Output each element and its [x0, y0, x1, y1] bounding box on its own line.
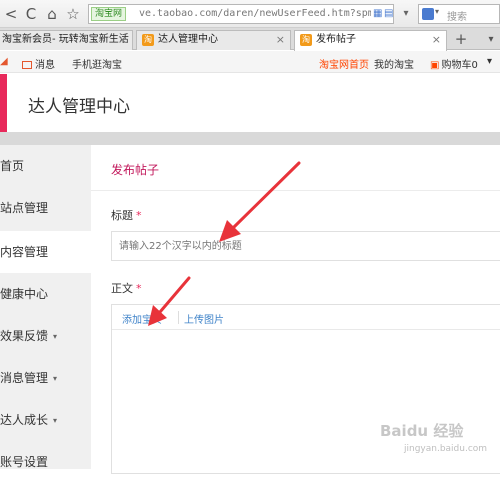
cart-icon: ▣ — [430, 60, 440, 71]
tab-label: 达人管理中心 — [158, 34, 218, 45]
divider — [91, 190, 500, 191]
search-input[interactable]: ▾ 搜索 — [418, 4, 500, 24]
new-tab-button[interactable]: + — [452, 31, 470, 49]
tab-publish-post[interactable]: 淘 发布帖子 × — [294, 30, 447, 51]
close-icon[interactable]: × — [118, 31, 127, 49]
watermark-url: jingyan.baidu.com — [404, 444, 488, 454]
tab-taobao-new-member[interactable]: 淘宝新会员- 玩转淘宝新生活 × — [0, 30, 133, 50]
more-menu-chevron-icon[interactable]: ▾ — [487, 56, 492, 67]
page-info-icon[interactable]: ▤ — [384, 8, 395, 20]
sidebar-item-account-settings[interactable]: 账号设置 — [0, 441, 91, 483]
chevron-down-icon[interactable]: ▾ — [435, 7, 439, 16]
taobao-favicon-icon: 淘 — [300, 34, 312, 46]
chevron-down-icon: ▾ — [53, 332, 58, 341]
taobao-logo-icon: ◢ — [0, 56, 8, 67]
tab-label: 淘宝新会员- 玩转淘宝新生活 — [2, 34, 129, 45]
bookmark-star-icon[interactable]: ☆ — [64, 5, 82, 23]
taobao-home-link[interactable]: 淘宝网首页 — [319, 56, 369, 71]
tab-daren-center[interactable]: 淘 达人管理中心 × — [136, 30, 291, 50]
title-label-text: 标题 — [111, 209, 133, 222]
sidebar-item-daren-growth[interactable]: 达人成长 ▾ — [0, 399, 91, 441]
taobao-favicon-icon: 淘 — [142, 34, 154, 46]
url-text[interactable]: ve.taobao.com/daren/newUserFeed.htm?spm=… — [139, 8, 371, 19]
mobile-taobao-link[interactable]: 手机逛淘宝 — [72, 56, 122, 71]
back-button[interactable]: < — [2, 5, 20, 23]
sidebar-item-label: 消息管理 — [0, 371, 49, 385]
search-placeholder: 搜索 — [447, 12, 467, 23]
sidebar-item-label: 效果反馈 — [0, 329, 49, 343]
sidebar-item-health-center[interactable]: 健康中心 — [0, 273, 91, 315]
section-title: 发布帖子 — [111, 163, 160, 177]
tab-strip: 淘宝新会员- 玩转淘宝新生活 × 淘 达人管理中心 × 淘 发布帖子 × + ▾ — [0, 28, 500, 51]
upload-image-button[interactable]: 上传图片 — [184, 311, 224, 326]
add-item-button[interactable]: 添加宝贝 — [122, 311, 162, 326]
baidu-watermark: Baidu 经验 — [380, 422, 464, 440]
required-mark: * — [136, 282, 142, 295]
sidebar-item-label: 健康中心 — [0, 287, 49, 301]
sidebar-item-label: 达人成长 — [0, 413, 49, 427]
chevron-down-icon: ▾ — [53, 374, 58, 383]
address-bar[interactable]: 淘宝网 ve.taobao.com/daren/newUserFeed.htm?… — [88, 4, 394, 24]
tab-list-button[interactable]: ▾ — [484, 31, 498, 49]
sidebar-item-performance-feedback[interactable]: 效果反馈 ▾ — [0, 315, 91, 357]
sidebar-item-label: 账号设置 — [0, 455, 49, 469]
my-taobao-link[interactable]: 我的淘宝 — [374, 56, 414, 71]
title-field-label: 标题 * — [111, 207, 142, 223]
reload-button[interactable]: C — [22, 5, 40, 23]
body-field-label: 正文 * — [111, 280, 142, 296]
browser-toolbar: < C ⌂ ☆ 淘宝网 ve.taobao.com/daren/newUserF… — [0, 0, 500, 28]
chevron-down-icon: ▾ — [53, 416, 58, 425]
messages-link[interactable]: 消息 — [22, 56, 55, 71]
title-input[interactable] — [111, 231, 500, 261]
page-title: 达人管理中心 — [28, 97, 130, 117]
page-header: 达人管理中心 — [0, 74, 500, 132]
sidebar-item-home[interactable]: 首页 — [0, 145, 91, 187]
sidebar-item-label: 首页 — [0, 159, 25, 173]
cart-link[interactable]: ▣ 购物车0 — [430, 56, 478, 71]
close-icon[interactable]: × — [432, 31, 441, 49]
home-button[interactable]: ⌂ — [43, 5, 61, 23]
secure-site-badge: 淘宝网 — [91, 7, 127, 21]
sidebar-item-label: 站点管理 — [0, 201, 49, 215]
body-label-text: 正文 — [111, 282, 133, 295]
header-divider — [0, 132, 500, 145]
required-mark: * — [136, 209, 142, 222]
sidebar-item-message-management[interactable]: 消息管理 ▾ — [0, 357, 91, 399]
address-dropdown-button[interactable]: ▾ — [398, 5, 414, 23]
header-accent-bar — [0, 74, 7, 132]
site-top-bar: ◢ 消息 手机逛淘宝 淘宝网首页 我的淘宝 ▣ 购物车0 ▾ — [0, 51, 500, 73]
mail-icon — [22, 61, 32, 69]
tab-label: 发布帖子 — [316, 34, 356, 45]
sidebar-nav: 首页 站点管理 内容管理 健康中心 效果反馈 ▾ 消息管理 ▾ 达人成长 ▾ 账号设置 — [0, 145, 91, 469]
toolbar-divider — [178, 311, 179, 324]
page-action-icon[interactable]: ▦ — [373, 8, 384, 20]
sidebar-item-site-management[interactable]: 站点管理 — [0, 187, 91, 229]
sidebar-item-content-management[interactable]: 内容管理 — [0, 231, 91, 273]
sidebar-item-label: 内容管理 — [0, 245, 49, 259]
search-engine-icon[interactable] — [422, 8, 434, 20]
close-icon[interactable]: × — [276, 31, 285, 49]
editor-toolbar: 添加宝贝 上传图片 — [112, 305, 500, 330]
